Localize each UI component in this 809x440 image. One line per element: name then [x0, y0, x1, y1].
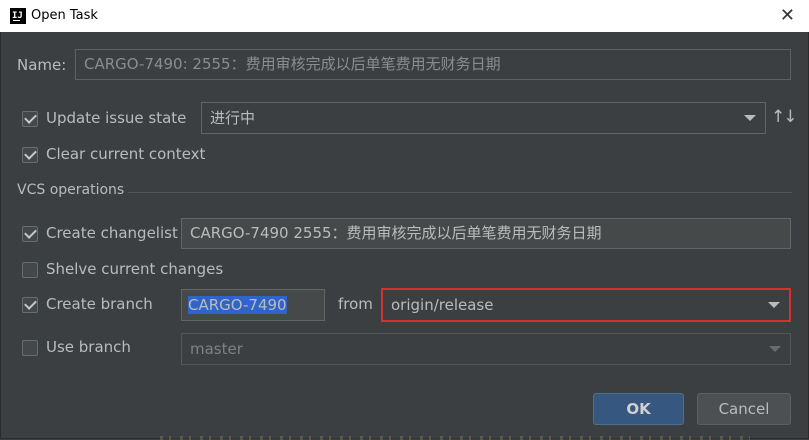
- issue-state-value: 进行中: [210, 109, 256, 127]
- close-icon[interactable]: ✕: [780, 5, 795, 26]
- chevron-down-icon: [769, 346, 781, 352]
- create-changelist-label[interactable]: Create changelist: [46, 224, 178, 242]
- shelve-changes-checkbox[interactable]: [22, 262, 38, 278]
- background-editor-strip: [160, 436, 750, 440]
- update-issue-state-checkbox[interactable]: [22, 111, 38, 127]
- update-issue-state-label[interactable]: Update issue state: [46, 109, 186, 127]
- sort-arrows-icon[interactable]: ↑↓: [771, 107, 797, 127]
- use-branch-label[interactable]: Use branch: [46, 338, 131, 356]
- branch-name-input[interactable]: CARGO-7490: [181, 289, 325, 321]
- name-field[interactable]: CARGO-7490: 2555：费用审核完成以后单笔费用无财务日期: [75, 49, 791, 80]
- issue-state-dropdown[interactable]: 进行中: [201, 102, 766, 134]
- use-branch-value: master: [190, 340, 243, 358]
- source-branch-dropdown[interactable]: origin/release: [381, 288, 791, 322]
- chevron-down-icon: [768, 302, 780, 308]
- window-title: Open Task: [31, 8, 98, 23]
- use-branch-dropdown[interactable]: master: [181, 333, 791, 365]
- ok-button[interactable]: OK: [593, 393, 684, 425]
- create-changelist-checkbox[interactable]: [22, 226, 38, 242]
- vcs-separator: [128, 192, 792, 193]
- source-branch-value: origin/release: [391, 296, 494, 314]
- use-branch-checkbox[interactable]: [22, 340, 38, 356]
- branch-name-value: CARGO-7490: [188, 296, 287, 314]
- cancel-button[interactable]: Cancel: [697, 393, 791, 425]
- create-branch-label[interactable]: Create branch: [46, 295, 153, 313]
- clear-context-checkbox[interactable]: [22, 147, 38, 163]
- create-branch-checkbox[interactable]: [22, 297, 38, 313]
- intellij-icon: IJ: [10, 8, 26, 24]
- title-bar: IJ Open Task ✕: [0, 0, 809, 32]
- chevron-down-icon: [744, 115, 756, 121]
- vcs-section-title: VCS operations: [17, 182, 125, 198]
- shelve-changes-label[interactable]: Shelve current changes: [46, 260, 223, 278]
- changelist-name-input[interactable]: CARGO-7490 2555：费用审核完成以后单笔费用无财务日期: [181, 218, 791, 249]
- clear-context-label[interactable]: Clear current context: [46, 145, 205, 163]
- from-label: from: [338, 295, 373, 313]
- name-label: Name:: [17, 56, 67, 74]
